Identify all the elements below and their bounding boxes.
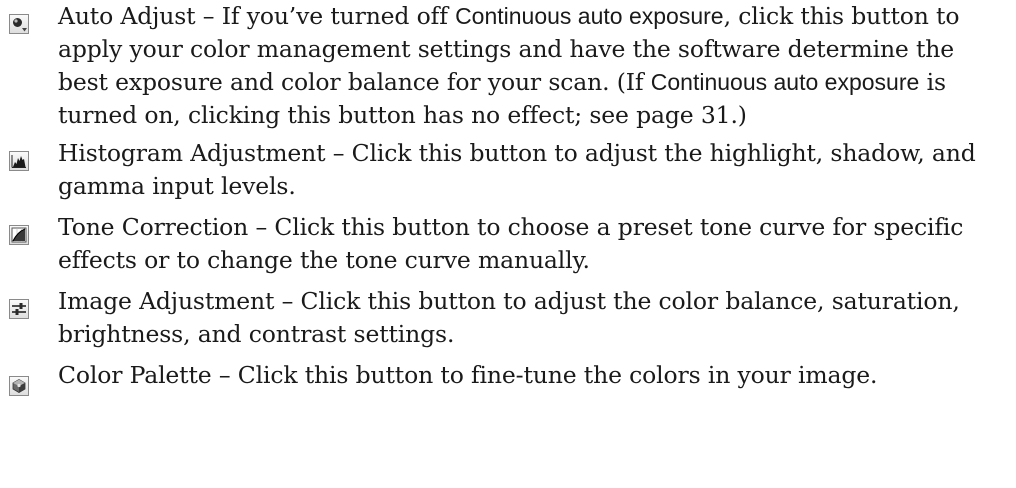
auto-adjust-icon bbox=[9, 14, 29, 34]
image-adjustment-description: Image Adjustment – Click this button to … bbox=[58, 287, 960, 348]
histogram-adjustment-description: Histogram Adjustment – Click this button… bbox=[58, 139, 976, 200]
auto-adjust-description: Auto Adjust – If you’ve turned off Conti… bbox=[58, 2, 960, 129]
color-palette-description: Color Palette – Click this button to fin… bbox=[58, 361, 878, 389]
tone-curve-icon bbox=[9, 225, 29, 245]
setting-name: Continuous auto exposure bbox=[650, 69, 920, 95]
tone-correction-description: Tone Correction – Click this button to c… bbox=[58, 213, 964, 274]
histogram-icon bbox=[9, 151, 29, 171]
color-palette-icon bbox=[9, 376, 29, 396]
image-adjustment-icon bbox=[9, 299, 29, 319]
setting-name: Continuous auto exposure bbox=[455, 3, 724, 29]
